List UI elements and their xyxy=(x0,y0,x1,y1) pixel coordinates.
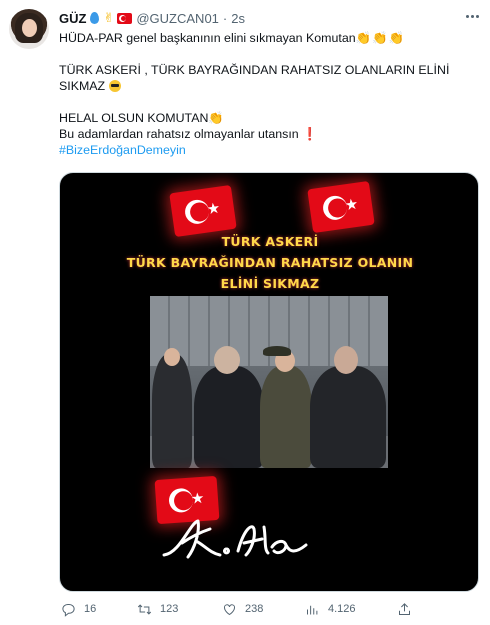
tweet-line: SIKMAZ xyxy=(59,79,106,93)
separator-dot: · xyxy=(222,10,228,26)
like-button[interactable]: 238 xyxy=(222,602,263,617)
reply-button[interactable]: 16 xyxy=(61,602,96,617)
turkish-flag-icon: ★ xyxy=(307,180,375,234)
turkey-flag-emoji-icon xyxy=(117,12,133,24)
views-icon xyxy=(307,605,318,614)
views-count: 4.126 xyxy=(328,603,356,615)
tweet-line: HÜDA-PAR genel başkanının elini sıkmayan… xyxy=(59,31,356,45)
reply-icon xyxy=(62,603,75,617)
clapping-hands-emoji-icon: 👏👏👏 xyxy=(355,31,405,45)
user-handle[interactable]: @GUZCAN01 xyxy=(136,11,219,26)
tweet-line: Bu adamlardan rahatsız olmayanlar utansı… xyxy=(59,127,299,141)
turkish-flag-icon: ★ xyxy=(169,184,237,238)
share-button[interactable] xyxy=(397,602,412,617)
clapping-hands-emoji-icon: 👏 xyxy=(208,111,225,125)
tweet-header: GÜZ ✌ @GUZCAN01 · 2s xyxy=(59,8,245,28)
caption-line: TÜRK ASKERİ xyxy=(221,234,319,249)
more-icon[interactable] xyxy=(464,8,480,24)
like-count: 238 xyxy=(245,603,264,615)
hashtag-link[interactable]: #BizeErdoğanDemeyin xyxy=(59,143,186,157)
reply-count: 16 xyxy=(84,603,97,615)
tweet-line: TÜRK ASKERİ , TÜRK BAYRAĞINDAN RAHATSIZ … xyxy=(59,63,450,77)
victory-hand-emoji-icon: ✌ xyxy=(103,10,115,25)
retweet-icon xyxy=(137,603,152,615)
signature-image xyxy=(162,519,308,559)
sunglasses-emoji-icon xyxy=(108,80,121,92)
tweet-text: HÜDA-PAR genel başkanının elini sıkmayan… xyxy=(59,30,479,158)
caption-line: TÜRK BAYRAĞINDAN RAHATSIZ OLANIN xyxy=(126,255,414,270)
display-name[interactable]: GÜZ xyxy=(59,11,86,26)
retweet-button[interactable]: 123 xyxy=(137,602,178,617)
action-bar: 16 123 238 4.126 xyxy=(59,598,479,620)
like-icon xyxy=(224,603,235,615)
share-icon xyxy=(399,602,410,615)
tweet-line: HELAL OLSUN KOMUTAN xyxy=(59,111,209,125)
video-frame xyxy=(150,296,388,468)
retweet-count: 123 xyxy=(160,603,179,615)
exclamation-emoji-icon: ❗ xyxy=(302,127,318,141)
timestamp[interactable]: 2s xyxy=(231,11,245,26)
media-video[interactable]: ★ ★ TÜRK ASKERİ TÜRK BAYRAĞINDAN RAHATSI… xyxy=(59,172,479,592)
avatar[interactable] xyxy=(9,9,49,49)
caption-line: ELİNİ SIKMAZ xyxy=(220,276,320,291)
tweet[interactable]: GÜZ ✌ @GUZCAN01 · 2s HÜDA-PAR genel başk… xyxy=(0,0,490,625)
droplet-emoji-icon xyxy=(90,12,100,24)
views-button[interactable]: 4.126 xyxy=(305,602,356,617)
